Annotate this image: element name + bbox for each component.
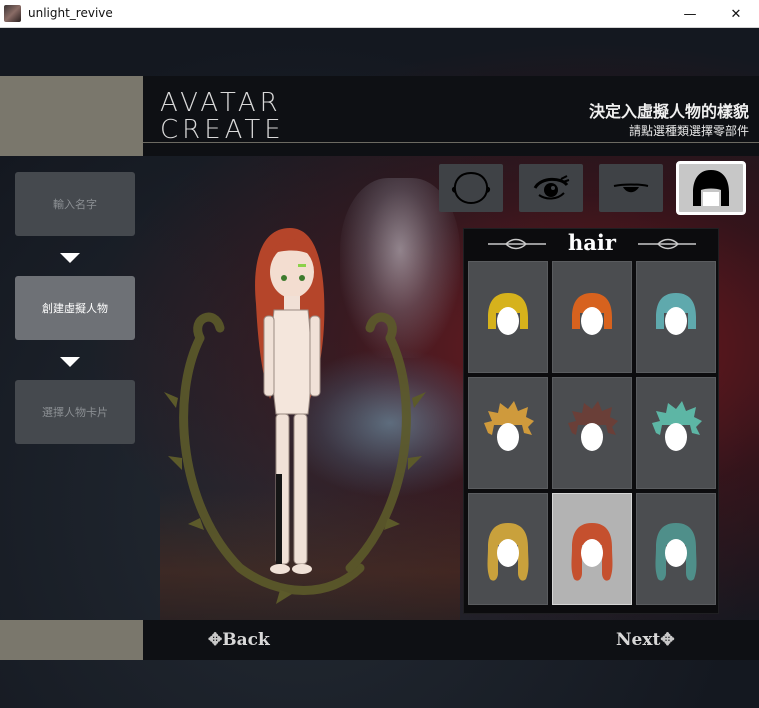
title-line-1: AVATAR — [160, 88, 282, 118]
hair-long-wavy-icon — [487, 523, 529, 581]
hair-option-9[interactable] — [636, 493, 716, 605]
ornament-icon: ✥ — [208, 630, 223, 650]
category-face-tab[interactable] — [439, 164, 503, 212]
hair-option-7[interactable] — [468, 493, 548, 605]
hair-option-1[interactable] — [468, 261, 548, 373]
hair-bob-icon — [572, 293, 612, 335]
hair-option-2[interactable] — [552, 261, 632, 373]
avatar-create-title: AVATAR CREATE — [160, 90, 285, 144]
ornament-icon: ✥ — [660, 630, 675, 650]
mouth-icon — [613, 183, 649, 193]
hair-spiky-icon — [484, 401, 534, 451]
hair-icon — [693, 170, 729, 206]
step-down-arrow-icon — [60, 253, 80, 263]
page-heading: 決定入虛擬人物的樣貌 — [588, 102, 749, 121]
minimize-button[interactable]: — — [667, 0, 713, 28]
hair-selection-panel: hair — [463, 228, 719, 614]
hair-long-wavy-icon — [571, 523, 613, 581]
flourish-right-icon — [638, 238, 696, 250]
hair-option-6[interactable] — [636, 377, 716, 489]
hair-option-4[interactable] — [468, 377, 548, 489]
game-stage: AVATAR CREATE 決定入虛擬人物的樣貌 請點選種類選擇零部件 輸入名字… — [0, 28, 759, 708]
face-outline-icon — [451, 171, 491, 205]
window-title: unlight_revive — [28, 6, 113, 20]
hair-option-5[interactable] — [552, 377, 632, 489]
hair-option-3[interactable] — [636, 261, 716, 373]
step-select-card[interactable]: 選擇人物卡片 — [15, 380, 135, 444]
hair-option-8[interactable] — [552, 493, 632, 605]
next-button[interactable]: Next ✥ — [616, 628, 675, 652]
hair-bob-icon — [656, 293, 696, 335]
hair-bob-icon — [488, 293, 528, 335]
app-icon — [4, 5, 21, 22]
category-eye-tab[interactable] — [519, 164, 583, 212]
hair-spiky-icon — [568, 401, 618, 451]
header-accent-block — [0, 76, 143, 156]
back-button[interactable]: ✥ Back — [208, 628, 270, 652]
category-mouth-tab[interactable] — [599, 164, 663, 212]
close-icon: ✕ — [730, 6, 742, 22]
back-button-label: Back — [222, 630, 270, 650]
footer-accent-block — [0, 620, 143, 660]
next-button-label: Next — [616, 630, 661, 650]
close-button[interactable]: ✕ — [713, 0, 759, 28]
step-down-arrow-icon — [60, 357, 80, 367]
window-titlebar: unlight_revive — ✕ — [0, 0, 759, 28]
minimize-icon: — — [683, 6, 697, 22]
step-enter-name[interactable]: 輸入名字 — [15, 172, 135, 236]
category-hair-tab[interactable] — [676, 161, 746, 215]
avatar-character — [255, 228, 325, 574]
step-create-avatar[interactable]: 創建虛擬人物 — [15, 276, 135, 340]
hair-spiky-icon — [652, 401, 702, 451]
title-line-2: CREATE — [160, 115, 285, 145]
page-subheading: 請點選種類選擇零部件 — [628, 124, 749, 138]
hair-long-wavy-icon — [655, 523, 697, 581]
eye-icon — [533, 175, 570, 200]
